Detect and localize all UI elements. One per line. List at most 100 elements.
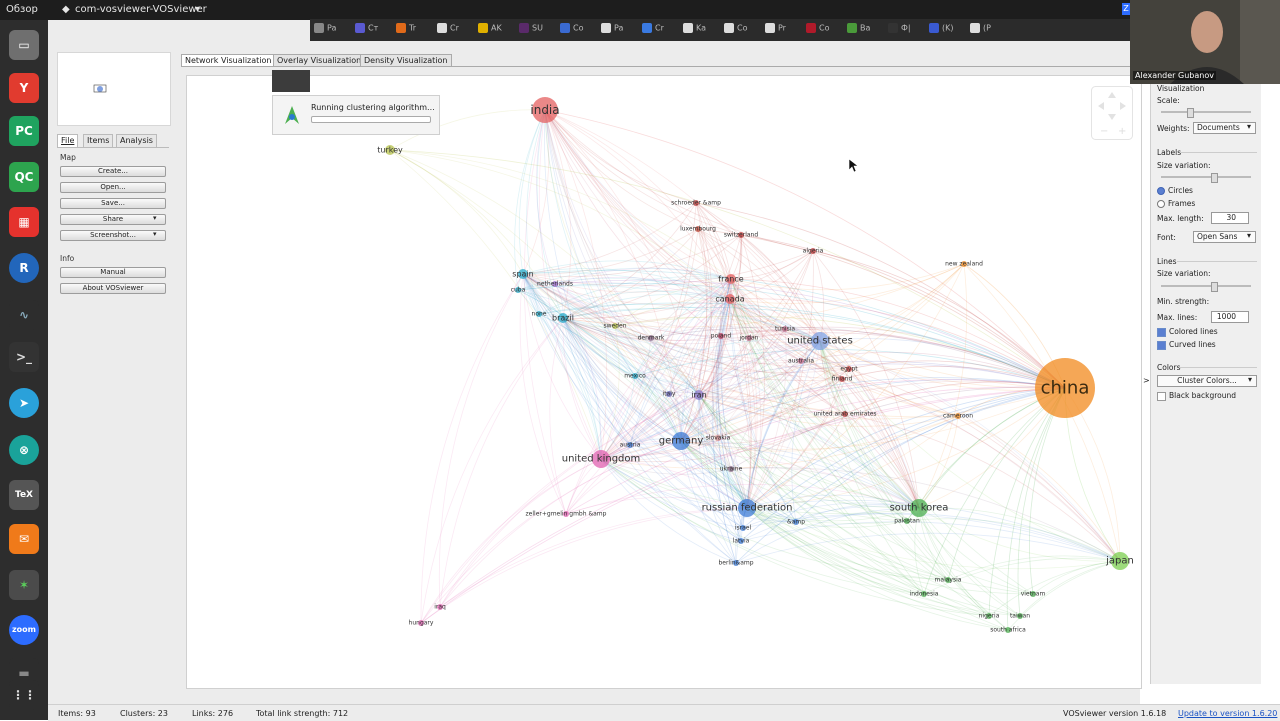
node-label[interactable]: cameroon — [943, 413, 973, 420]
circles-radio[interactable] — [1157, 187, 1165, 195]
system-monitor-icon[interactable]: ∿ — [9, 300, 39, 330]
texmaker-icon[interactable]: TeX — [9, 480, 39, 510]
node-label[interactable]: new zealand — [945, 261, 983, 268]
node-label[interactable]: vietnam — [1021, 591, 1046, 598]
node-label[interactable]: spain — [512, 270, 533, 279]
yandex-browser-icon[interactable]: Y — [9, 73, 39, 103]
browser-tab[interactable]: Cr — [642, 23, 664, 37]
node-label[interactable]: luxembourg — [680, 226, 716, 233]
node-label[interactable]: zeller+gmelin gmbh &amp — [526, 511, 607, 518]
node-label[interactable]: taiwan — [1010, 613, 1030, 620]
overview-button[interactable]: Обзор — [6, 4, 38, 15]
node-label[interactable]: egypt — [840, 366, 857, 373]
node-label[interactable]: cuba — [511, 287, 526, 294]
cluster-colors-chevron-down-icon[interactable]: ▾ — [1248, 375, 1252, 384]
collapse-panel-icon[interactable]: > — [1143, 376, 1150, 385]
node-label[interactable]: brazil — [552, 314, 574, 323]
screenshot-dropdown-icon[interactable]: ▾ — [153, 230, 157, 238]
node-label[interactable]: iran — [691, 391, 706, 400]
node-label[interactable]: indonesia — [910, 591, 939, 598]
node-label[interactable]: malaysia — [935, 577, 962, 584]
node-label[interactable]: sweden — [603, 323, 626, 330]
node-label[interactable]: france — [718, 275, 743, 284]
share-dropdown-icon[interactable]: ▾ — [153, 214, 157, 222]
screenshot-button[interactable]: Screenshot... — [60, 230, 166, 241]
browser-tab[interactable]: SU — [519, 23, 543, 37]
telegram-icon[interactable]: ➤ — [9, 388, 39, 418]
node-label[interactable]: china — [1041, 378, 1090, 399]
labels-size-slider-knob[interactable] — [1211, 173, 1218, 183]
font-chevron-down-icon[interactable]: ▾ — [1247, 231, 1251, 240]
node-label[interactable]: &amp — [787, 519, 805, 526]
scale-slider-knob[interactable] — [1187, 108, 1194, 118]
node-label[interactable]: india — [530, 103, 559, 117]
black-background-checkbox[interactable] — [1157, 391, 1166, 401]
weights-chevron-down-icon[interactable]: ▾ — [1247, 122, 1251, 131]
tab-items[interactable]: Items — [83, 134, 114, 148]
browser-tab[interactable]: Co — [806, 23, 829, 37]
open-button[interactable]: Open... — [60, 182, 166, 193]
node-label[interactable]: denmark — [638, 335, 665, 342]
scale-slider[interactable] — [1161, 108, 1251, 118]
node-label[interactable]: netherlands — [537, 281, 573, 288]
network-visualization-canvas[interactable]: china india united states germany russian fe… — [186, 75, 1142, 689]
node-label[interactable]: pakistan — [894, 518, 920, 525]
share-button[interactable]: Share — [60, 214, 166, 225]
browser-tab[interactable]: Co — [724, 23, 747, 37]
browser-tab[interactable]: Cr — [437, 23, 459, 37]
app-menu-title[interactable]: com-vosviewer-VOSviewer — [75, 4, 207, 15]
node-label[interactable]: none — [532, 311, 547, 318]
lines-size-slider[interactable] — [1161, 282, 1251, 292]
browser-tab[interactable]: Ва — [847, 23, 870, 37]
update-link[interactable]: Update to version 1.6.20 — [1178, 709, 1277, 718]
terminal-icon[interactable]: >_ — [9, 342, 39, 372]
frames-radio[interactable] — [1157, 200, 1165, 208]
node-label[interactable]: germany — [659, 436, 704, 447]
browser-tab[interactable]: Pa — [314, 23, 336, 37]
tab-analysis[interactable]: Analysis — [116, 134, 157, 148]
node-label[interactable]: latvia — [733, 538, 750, 545]
overview-minimap[interactable] — [57, 52, 171, 126]
app-icon[interactable]: ⊗ — [9, 435, 39, 465]
curved-lines-option[interactable]: Curved lines — [1157, 340, 1216, 350]
pycharm-icon[interactable]: PC — [9, 116, 39, 146]
node-label[interactable]: canada — [715, 295, 744, 304]
office-icon[interactable]: ▦ — [9, 207, 39, 237]
circles-option[interactable]: Circles — [1157, 186, 1193, 195]
r-icon[interactable]: R — [9, 253, 39, 283]
node-label[interactable]: poland — [711, 333, 731, 340]
node-label[interactable]: australia — [788, 358, 814, 365]
node-label[interactable]: jordan — [740, 335, 759, 342]
create-button[interactable]: Create... — [60, 166, 166, 177]
browser-tab[interactable]: (K) — [929, 23, 954, 37]
tab-file[interactable]: File — [57, 134, 79, 148]
node-label[interactable]: united kingdom — [562, 454, 641, 465]
browser-tab[interactable]: (P — [970, 23, 991, 37]
browser-tab[interactable]: Ст — [355, 23, 378, 37]
colored-lines-checkbox[interactable] — [1157, 327, 1166, 337]
node-label[interactable]: nigeria — [979, 613, 1000, 620]
node-label[interactable]: japan — [1106, 556, 1134, 567]
node-label[interactable]: slovakia — [706, 435, 731, 442]
node-label[interactable]: israel — [735, 525, 751, 532]
app-menu-icon[interactable]: ◆ — [62, 4, 70, 15]
qc-icon[interactable]: QC — [9, 162, 39, 192]
frames-option[interactable]: Frames — [1157, 199, 1195, 208]
browser-tab[interactable]: Co — [560, 23, 583, 37]
browser-tab[interactable]: Ф| — [888, 23, 911, 37]
node-label[interactable]: italy — [663, 391, 676, 398]
mail-icon[interactable]: ✉ — [9, 524, 39, 554]
browser-tab[interactable]: Pr — [765, 23, 786, 37]
node-label[interactable]: mexico — [624, 373, 646, 380]
node-label[interactable]: austria — [620, 442, 641, 449]
show-apps-icon[interactable]: ⋮⋮ — [9, 680, 39, 710]
node-label[interactable]: schroeder &amp — [671, 200, 721, 207]
node-label[interactable]: united states — [787, 336, 853, 347]
node-label[interactable]: berlin&amp — [718, 560, 753, 567]
browser-tab[interactable]: Ka — [683, 23, 706, 37]
browser-tab[interactable]: AK — [478, 23, 502, 37]
browser-tab[interactable]: Pa — [601, 23, 623, 37]
chevron-down-icon[interactable]: ▾ — [195, 4, 200, 15]
manual-button[interactable]: Manual — [60, 267, 166, 278]
zoom-pan-control[interactable]: − + — [1091, 86, 1133, 140]
